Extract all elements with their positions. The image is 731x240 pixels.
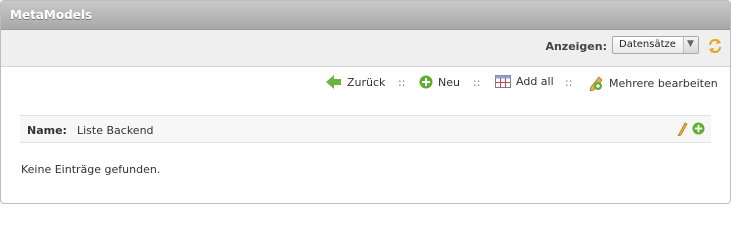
- view-select-value: Datensätze: [619, 39, 676, 50]
- header-name-label: Name:: [27, 124, 67, 137]
- list-header-row: Name: Liste Backend: [20, 115, 711, 143]
- pencil-icon[interactable]: [677, 122, 689, 136]
- pencil-edit-icon: [589, 76, 603, 91]
- toolbar-separator: ::: [398, 76, 406, 89]
- new-label: Neu: [438, 75, 460, 89]
- chevron-down-icon[interactable]: ▼: [683, 37, 698, 53]
- arrow-left-icon: [326, 75, 341, 89]
- plus-circle-icon[interactable]: [692, 122, 705, 135]
- global-operations: Zurück :: Neu :: Add all :: Mehrere bear…: [1, 75, 730, 93]
- refresh-icon[interactable]: [707, 38, 723, 54]
- back-button[interactable]: Zurück: [326, 75, 385, 89]
- header-operations: [677, 122, 705, 136]
- add-all-button[interactable]: Add all: [495, 75, 554, 88]
- panel-title: MetaModels: [10, 8, 93, 22]
- table-add-icon: [495, 75, 511, 88]
- view-select[interactable]: Datensätze ▼: [612, 36, 699, 54]
- toolbar-separator: ::: [565, 76, 573, 89]
- panel-titlebar: MetaModels: [1, 1, 730, 30]
- multi-edit-button[interactable]: Mehrere bearbeiten: [588, 75, 718, 91]
- filter-bar: Anzeigen: Datensätze ▼: [1, 30, 730, 67]
- header-name-value: Liste Backend: [77, 124, 154, 137]
- metamodels-panel: MetaModels Anzeigen: Datensätze ▼ Zurück…: [0, 0, 731, 204]
- back-label: Zurück: [347, 75, 386, 89]
- filter-label: Anzeigen:: [545, 40, 607, 53]
- new-button[interactable]: Neu: [419, 75, 460, 89]
- add-all-label: Add all: [516, 75, 554, 88]
- plus-circle-icon: [419, 75, 433, 89]
- empty-message: Keine Einträge gefunden.: [21, 163, 161, 176]
- toolbar-separator: ::: [473, 76, 481, 89]
- multi-edit-label: Mehrere bearbeiten: [609, 76, 718, 90]
